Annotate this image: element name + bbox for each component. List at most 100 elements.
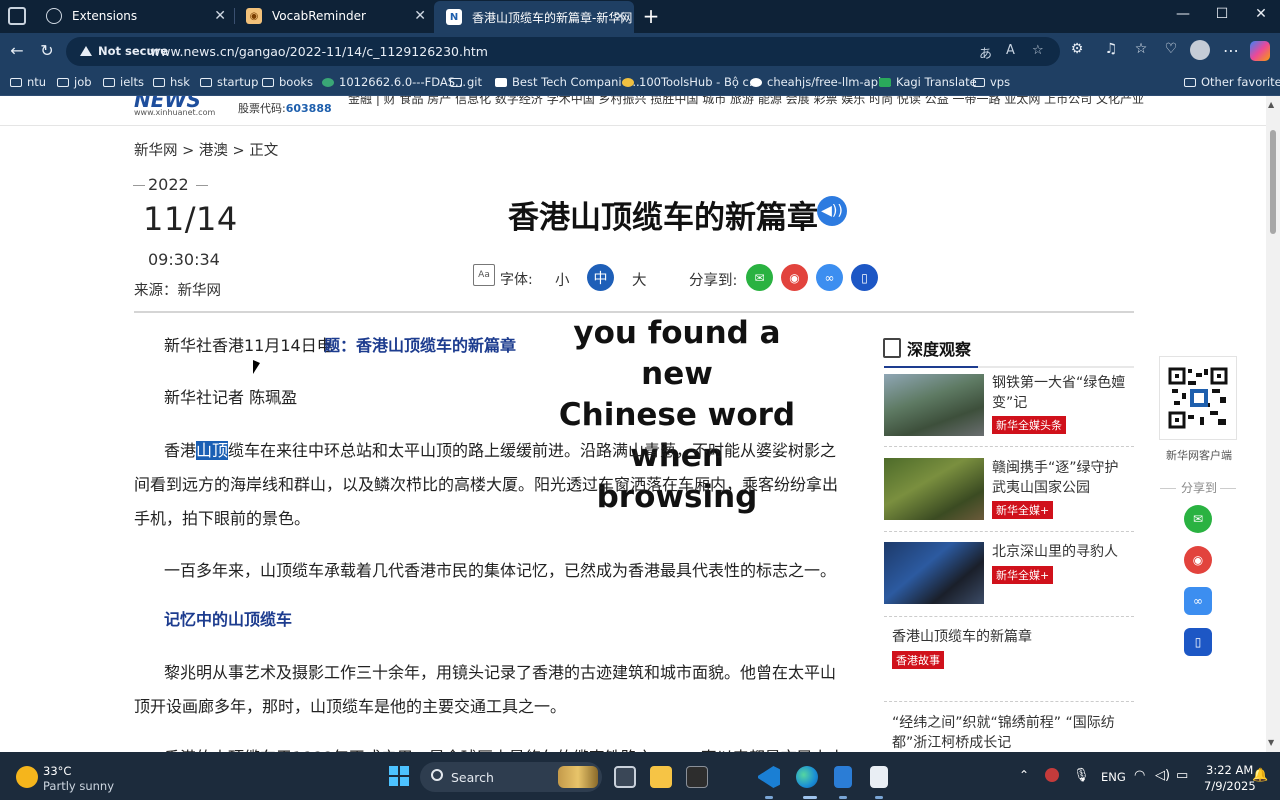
speaker-icon[interactable]: ◀)) <box>817 196 847 226</box>
favorites-icon[interactable]: ☆ <box>1130 41 1152 57</box>
volume-icon[interactable]: ◁) <box>1155 768 1170 783</box>
page-scrollbar[interactable]: ▲ ▼ <box>1266 96 1280 752</box>
file-explorer-icon[interactable] <box>650 766 672 788</box>
bookmark-kagi[interactable]: Kagi Translate <box>879 75 977 89</box>
weibo-share-icon[interactable]: ◉ <box>1184 546 1212 574</box>
weibo-share-icon[interactable]: ◉ <box>781 264 808 291</box>
close-icon[interactable]: ✕ <box>214 8 226 24</box>
security-icon[interactable] <box>1045 768 1059 782</box>
overlay-line: you found a new <box>573 315 781 392</box>
back-icon[interactable]: ← <box>6 41 28 60</box>
scrollbar-thumb[interactable] <box>1270 130 1276 234</box>
wechat-share-icon[interactable]: ✉ <box>746 264 773 291</box>
font-large-button[interactable]: 大 <box>632 269 647 290</box>
favorite-star-icon[interactable]: ☆ <box>1032 43 1044 58</box>
input-language[interactable]: ENG <box>1101 770 1126 784</box>
site-nav-links[interactable]: 金融 | 财 食品 房产 信息化 数字经济 学术中国 乡村振兴 揽胜中国 城市 … <box>348 96 1144 107</box>
weather-sun-icon[interactable] <box>16 766 38 788</box>
news-card-title[interactable]: 钢铁第一大省“绿色嬗变”记 <box>992 373 1130 413</box>
show-hidden-icons[interactable]: ⌃ <box>1019 768 1029 782</box>
more-menu-icon[interactable]: ⋯ <box>1220 41 1242 60</box>
read-aloud-icon[interactable]: A <box>1006 43 1015 58</box>
vocab-extension-icon[interactable]: ♫ <box>1100 41 1122 57</box>
microphone-icon[interactable]: 🎙 <box>1073 768 1090 783</box>
news-card-tag[interactable]: 新华全媒头条 <box>992 416 1066 434</box>
other-favorites[interactable]: Other favorites <box>1184 75 1280 89</box>
notepad-icon[interactable] <box>834 766 852 788</box>
news-card-tag[interactable]: 新华全媒+ <box>992 566 1054 584</box>
font-small-button[interactable]: 小 <box>555 269 570 290</box>
profile-avatar[interactable] <box>1190 40 1210 60</box>
copilot-icon[interactable] <box>1250 41 1270 61</box>
snipping-tool-icon[interactable] <box>870 766 888 788</box>
article-subtitle: 题：香港山顶缆车的新篇章 <box>324 336 517 355</box>
mobile-share-icon[interactable]: ▯ <box>851 264 878 291</box>
wechat-share-icon[interactable]: ✉ <box>1184 505 1212 533</box>
news-card-title[interactable]: 北京深山里的寻豹人 <box>992 542 1130 562</box>
font-medium-button[interactable]: 中 <box>587 264 614 291</box>
news-card-title[interactable]: 香港山顶缆车的新篇章 <box>892 627 1132 647</box>
stock-code: 股票代码:603888 <box>238 102 332 115</box>
running-indicator <box>839 796 847 799</box>
minimize-button[interactable]: — <box>1172 6 1194 22</box>
tab-article[interactable]: N 香港山顶缆车的新篇章-新华网 ✕ <box>434 1 634 33</box>
tab-vocabreminder[interactable]: ◉ VocabReminder ✕ <box>234 0 434 32</box>
tab-actions-icon[interactable] <box>8 7 26 25</box>
close-icon[interactable]: ✕ <box>414 8 426 24</box>
taskbar-search[interactable]: Search <box>420 762 602 792</box>
news-thumbnail[interactable] <box>884 458 984 520</box>
extensions-icon[interactable]: ⚙ <box>1066 41 1088 57</box>
weather-temperature[interactable]: 33°C <box>43 764 71 778</box>
news-card-title[interactable]: 赣闽携手“逐”绿守护武夷山国家公园 <box>992 458 1130 498</box>
new-tab-button[interactable]: + <box>640 4 662 28</box>
bookmark-startup[interactable]: startup <box>200 75 258 89</box>
refresh-icon[interactable]: ↻ <box>36 41 58 60</box>
news-thumbnail[interactable] <box>884 374 984 436</box>
share-label: 分享到: <box>689 273 738 289</box>
edge-icon[interactable] <box>796 766 818 788</box>
health-icon[interactable]: ♡ <box>1160 41 1182 57</box>
clock-date[interactable]: 7/9/2025 <box>1204 779 1256 793</box>
terminal-icon[interactable] <box>686 766 708 788</box>
wifi-icon[interactable]: ◠ <box>1134 768 1145 783</box>
bookmark-hsk[interactable]: hsk <box>153 75 190 89</box>
article-time: 09:30:34 <box>148 250 220 269</box>
start-button[interactable] <box>389 766 409 786</box>
scroll-up-icon[interactable]: ▲ <box>1268 100 1274 109</box>
bookmark-ielts[interactable]: ielts <box>103 75 144 89</box>
scroll-down-icon[interactable]: ▼ <box>1268 738 1274 747</box>
url-text[interactable]: www.news.cn/gangao/2022-11/14/c_11291262… <box>150 44 488 59</box>
translate-icon[interactable]: あ <box>979 43 992 62</box>
divider <box>133 185 145 186</box>
address-bar[interactable]: Not secure www.news.cn/gangao/2022-11/14… <box>66 37 1060 66</box>
clock-time[interactable]: 3:22 AM <box>1206 763 1253 777</box>
vscode-icon[interactable] <box>758 766 780 788</box>
bookmark-git[interactable]: git <box>450 75 482 89</box>
news-card-title[interactable]: “经纬之间”织就“锦绣前程” “国际纺都”浙江柯桥成长记 <box>892 713 1137 752</box>
bookmark-vps[interactable]: vps <box>973 75 1010 89</box>
link-share-icon[interactable]: ∞ <box>1184 587 1212 615</box>
bookmark-ntu[interactable]: ntu <box>10 75 46 89</box>
bookmark-fdas[interactable]: 1012662.6.0---FDAS... <box>322 75 466 89</box>
tab-extensions[interactable]: Extensions ✕ <box>34 0 235 32</box>
bookmark-100toolshub[interactable]: 100ToolsHub - Bộ c... <box>622 75 760 89</box>
task-view-icon[interactable] <box>614 766 636 788</box>
close-window-button[interactable]: ✕ <box>1250 6 1272 22</box>
maximize-button[interactable]: ☐ <box>1211 6 1233 22</box>
close-icon[interactable]: ✕ <box>614 9 626 25</box>
news-thumbnail[interactable] <box>884 542 984 604</box>
news-card-tag[interactable]: 香港故事 <box>892 651 944 669</box>
bookmark-github[interactable]: cheahjs/free-llm-api... <box>750 75 892 89</box>
bookmark-books[interactable]: books <box>262 75 313 89</box>
bookmark-job[interactable]: job <box>57 75 92 89</box>
weather-description[interactable]: Partly sunny <box>43 779 114 793</box>
highlighted-word[interactable]: 山顶 <box>196 441 229 460</box>
notification-bell-icon[interactable]: 🔔 <box>1252 768 1268 783</box>
battery-icon[interactable]: ▭ <box>1176 768 1188 783</box>
mobile-share-icon[interactable]: ▯ <box>1184 628 1212 656</box>
link-share-icon[interactable]: ∞ <box>816 264 843 291</box>
breadcrumb[interactable]: 新华网 > 港澳 > 正文 <box>134 139 278 160</box>
article-dateline: 新华社香港11月14日电 <box>164 336 333 355</box>
bookmark-best-tech[interactable]: Best Tech Companie... <box>495 75 640 89</box>
news-card-tag[interactable]: 新华全媒+ <box>992 501 1054 519</box>
